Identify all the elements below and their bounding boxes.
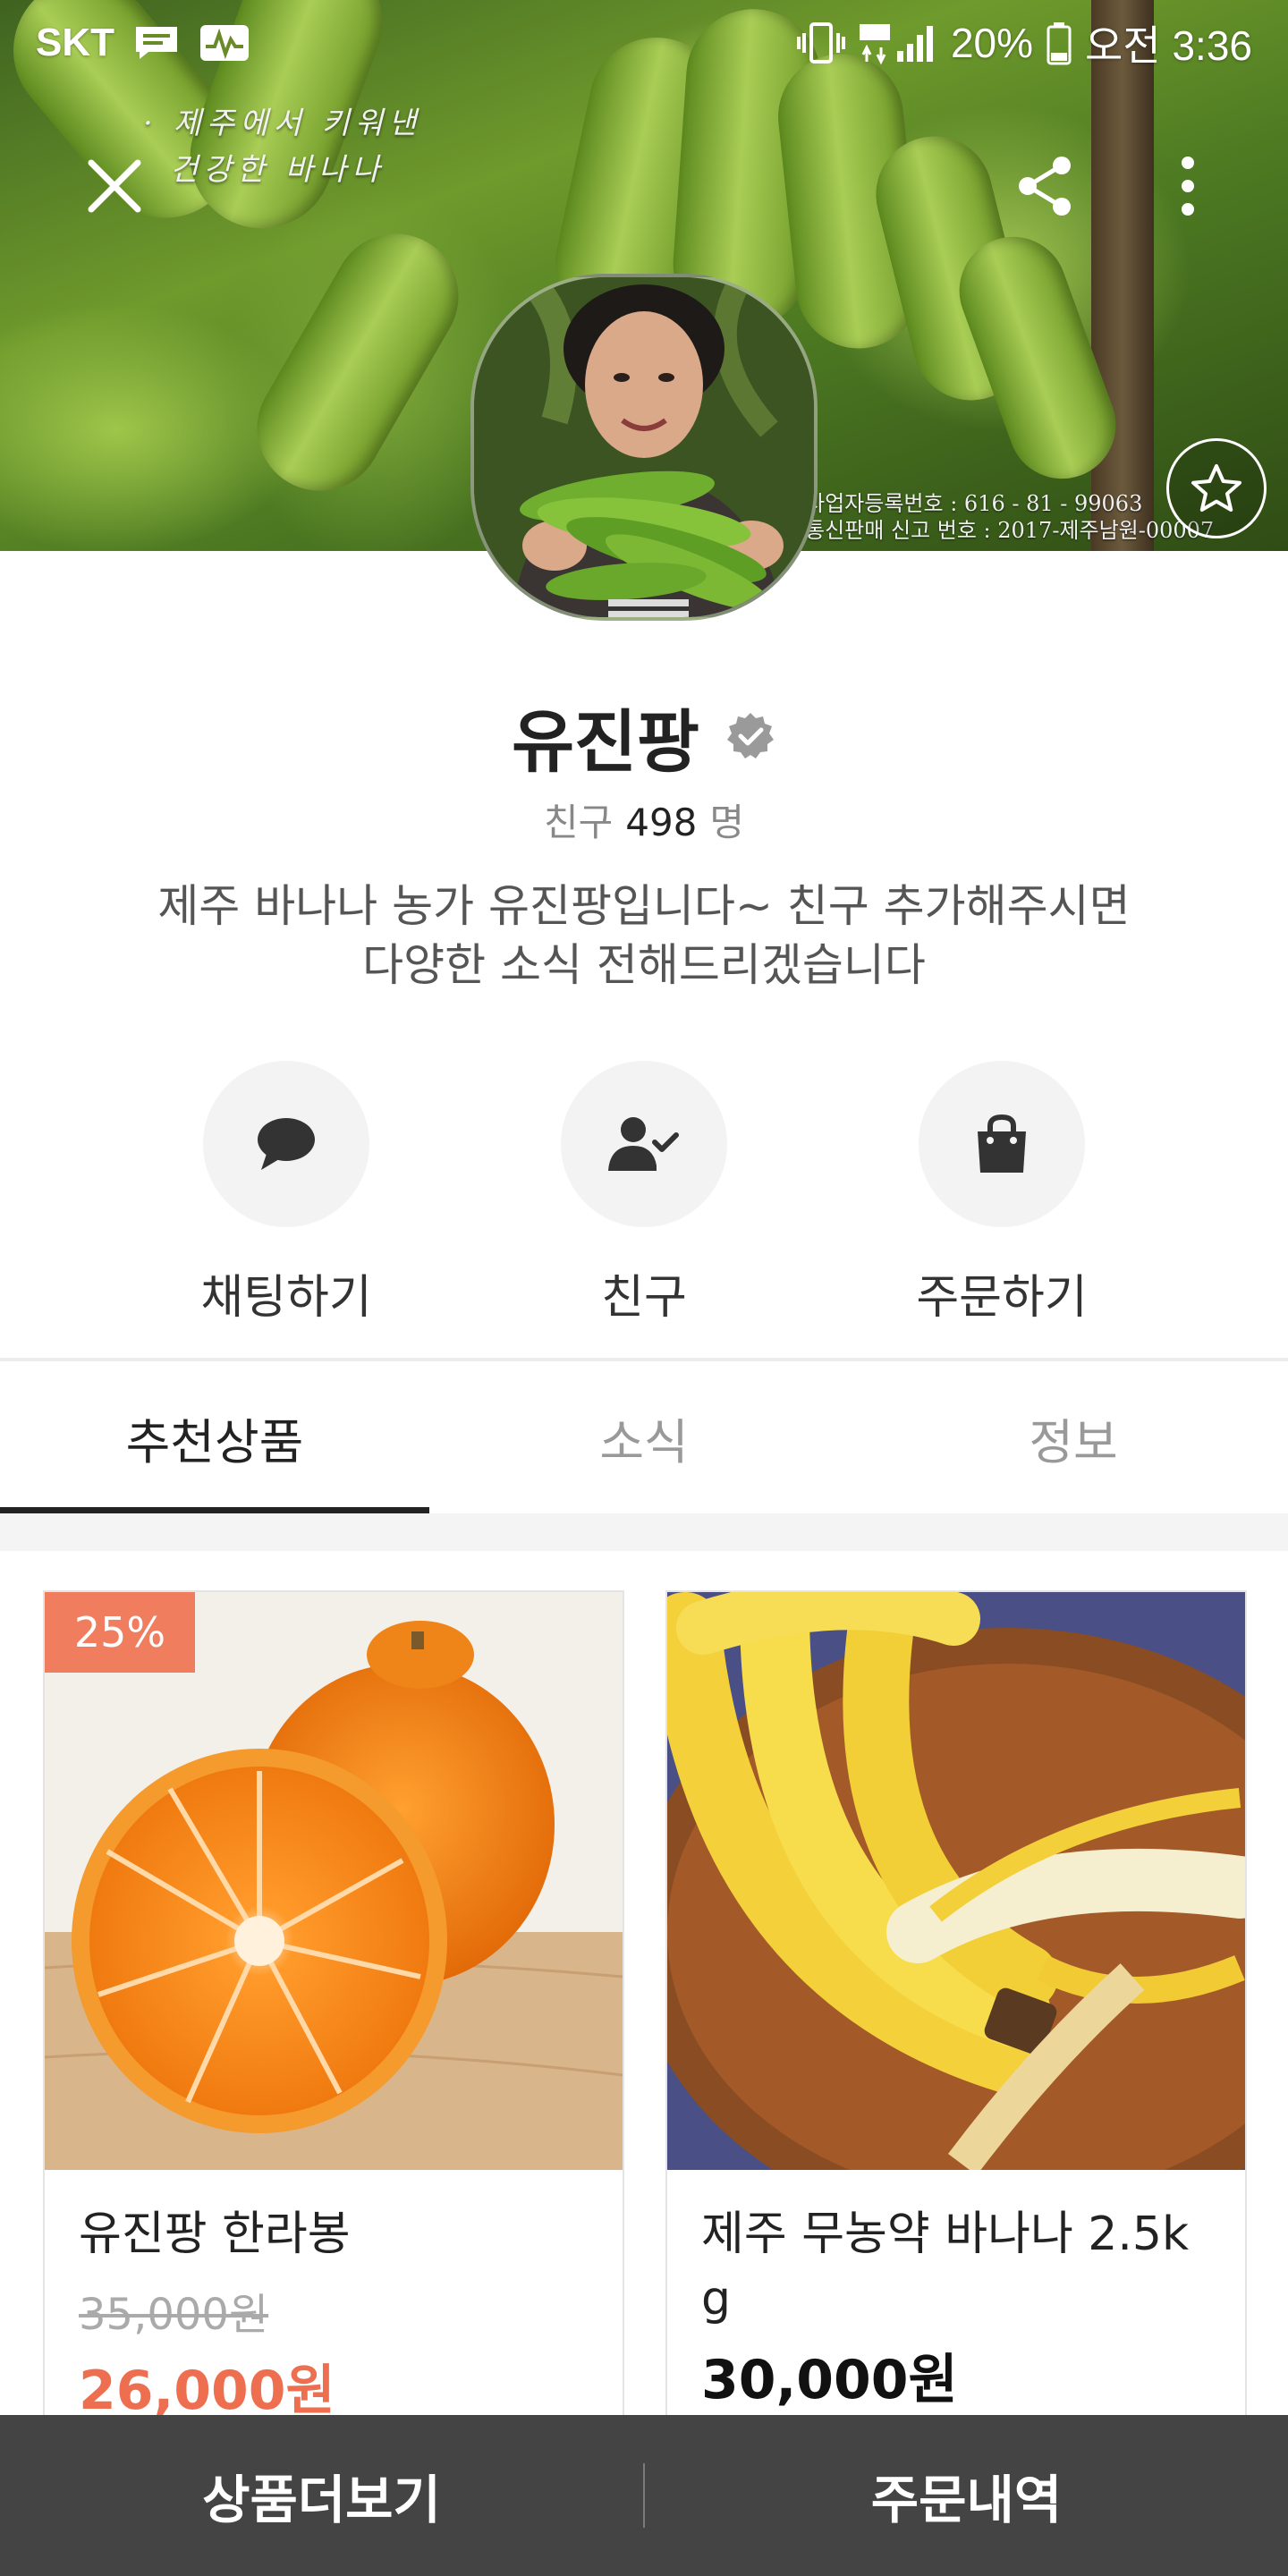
favorite-button[interactable]	[1166, 438, 1267, 538]
business-registration-number: 사업자등록번호 : 616 - 81 - 99063	[805, 491, 1143, 516]
friends-number: 498	[625, 801, 698, 844]
chat-bubble-icon	[258, 1118, 315, 1170]
tab-news[interactable]: 소식	[429, 1361, 859, 1513]
product-info: 유진팡 한라봉 35,000원 26,000원	[45, 2170, 623, 2457]
channel-name: 유진팡	[512, 702, 699, 782]
chat-button[interactable]: 채팅하기	[143, 1061, 429, 1326]
order-history-button[interactable]: 주문내역	[645, 2415, 1288, 2576]
battery-icon	[1046, 21, 1072, 65]
friends-unit: 명	[709, 801, 745, 844]
profile-photo-farmer-with-bananas	[474, 277, 814, 617]
action-buttons: 채팅하기 친구 주문하기	[0, 1061, 1288, 1325]
profile-image[interactable]	[470, 274, 818, 621]
product-title-line: g	[701, 2272, 732, 2326]
product-card-banana[interactable]: 제주 무농약 바나나 2.5k g 30,000원	[665, 1590, 1247, 2485]
more-options-button[interactable]	[1145, 143, 1231, 229]
channel-introduction: 제주 바나나 농가 유진팡입니다~ 친구 추가해주시면 다양한 소식 전해드리겠…	[89, 877, 1199, 995]
hallabong-photo	[45, 1592, 623, 2170]
battery-percent: 20%	[950, 20, 1034, 66]
order-button[interactable]: 주문하기	[859, 1061, 1145, 1326]
carrier-name: SKT	[36, 21, 114, 64]
product-title: 제주 무농약 바나나 2.5k g	[701, 2202, 1211, 2331]
order-button-circle[interactable]	[919, 1061, 1085, 1227]
vibrate-icon	[796, 21, 845, 65]
mail-order-registration-number: 통신판매 신고 번호 : 2017-제주남원-00007	[805, 518, 1215, 543]
activity-notification-icon	[199, 23, 250, 63]
friends-label: 친구	[543, 801, 614, 844]
close-icon	[88, 159, 141, 213]
person-check-icon	[608, 1117, 679, 1171]
friend-button[interactable]: 친구	[501, 1061, 787, 1326]
tab-bar: 추천상품 소식 정보	[0, 1361, 1288, 1513]
chat-button-label: 채팅하기	[200, 1271, 372, 1325]
status-bar: SKT 20% 오전 3:36	[0, 0, 1288, 86]
cover-caption: · 제주에서 키워낸 건강한 바나나	[143, 100, 421, 193]
business-registration: 사업자등록번호 : 616 - 81 - 99063 통신판매 신고 번호 : …	[805, 490, 1214, 544]
banana-photo	[667, 1592, 1245, 2170]
cover-banana	[233, 210, 482, 514]
more-vertical-icon	[1182, 157, 1194, 216]
clock: 오전 3:36	[1085, 22, 1252, 69]
sale-price: 30,000원	[701, 2349, 958, 2411]
close-button[interactable]	[72, 143, 157, 229]
star-icon	[1191, 464, 1241, 512]
bottom-action-bar: 상품더보기 주문내역	[0, 2415, 1288, 2576]
product-title-line: 제주 무농약 바나나 2.5k	[701, 2207, 1190, 2261]
chat-button-circle[interactable]	[203, 1061, 369, 1227]
more-products-button[interactable]: 상품더보기	[0, 2415, 643, 2576]
product-info: 제주 무농약 바나나 2.5k g 30,000원	[667, 2170, 1245, 2446]
order-button-label: 주문하기	[916, 1271, 1088, 1325]
product-image-banana[interactable]	[667, 1592, 1245, 2170]
tab-recommended-products[interactable]: 추천상품	[0, 1361, 429, 1513]
cover-caption-line: · 제주에서 키워낸	[143, 106, 422, 141]
original-price: 35,000원	[79, 2290, 269, 2340]
profile-header: 유진팡	[0, 687, 1288, 785]
discount-badge: 25%	[45, 1592, 195, 1673]
lte-signal-icon	[858, 21, 938, 65]
share-button[interactable]	[1002, 143, 1088, 229]
friend-button-label: 친구	[601, 1271, 687, 1325]
message-notification-icon	[132, 23, 181, 63]
shopping-bag-icon	[978, 1114, 1026, 1173]
intro-line: 다양한 소식 전해드리겠습니다	[362, 939, 926, 991]
tab-content-spacer	[0, 1513, 1288, 1551]
intro-line: 제주 바나나 농가 유진팡입니다~ 친구 추가해주시면	[157, 880, 1131, 932]
sale-price: 26,000원	[79, 2360, 335, 2422]
tab-info[interactable]: 정보	[859, 1361, 1288, 1513]
cover-caption-line: 건강한 바나나	[170, 152, 386, 188]
product-image-hallabong[interactable]: 25%	[45, 1592, 623, 2170]
product-title: 유진팡 한라봉	[79, 2207, 351, 2261]
verified-badge-icon	[726, 713, 774, 758]
product-card-hallabong[interactable]: 25% 유진팡 한라봉 35,000원 26,000원	[43, 1590, 624, 2485]
friends-count: 친구 498 명	[0, 792, 1288, 847]
share-icon	[1019, 157, 1071, 216]
friend-button-circle[interactable]	[561, 1061, 727, 1227]
